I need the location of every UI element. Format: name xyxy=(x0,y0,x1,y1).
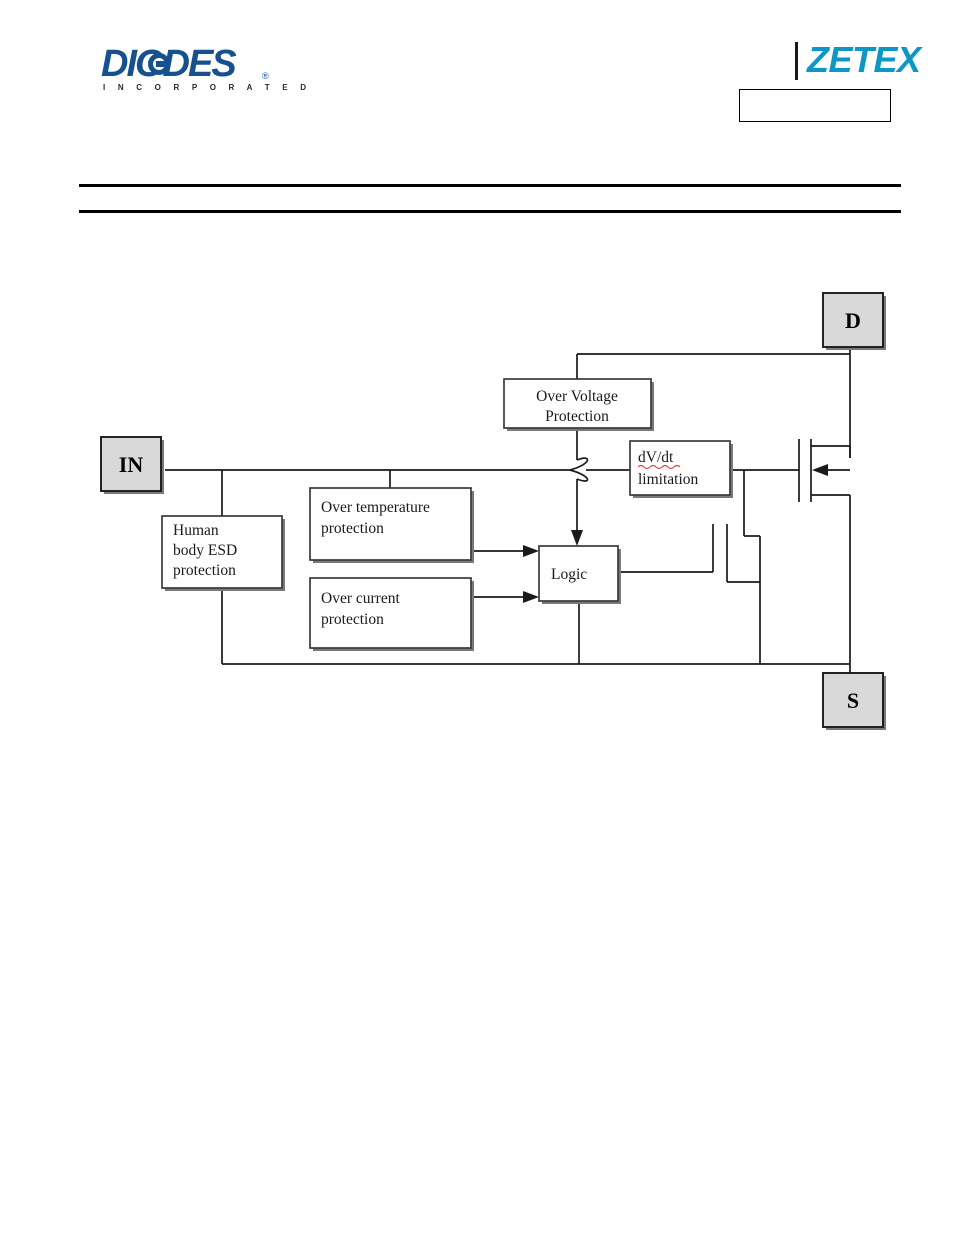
page-header: DIODES ® I N C O R P O R A T E D ZETEX xyxy=(0,0,954,213)
terminal-label: S xyxy=(847,688,859,713)
block-over-current-protection: Over current protection xyxy=(309,577,474,651)
terminal-s: S xyxy=(822,672,886,730)
block-label-line: Logic xyxy=(551,566,587,583)
diagram-wires xyxy=(165,321,851,699)
block-label-line: dV/dt xyxy=(638,449,674,466)
terminal-d: D xyxy=(822,292,886,350)
block-over-temperature-protection: Over temperature protection xyxy=(309,487,474,563)
block-label-line: Protection xyxy=(545,408,609,425)
terminal-label: IN xyxy=(119,452,144,477)
functional-block-diagram: Over Voltage Protection dV/dt limitation… xyxy=(0,236,954,756)
block-label-line: Over temperature xyxy=(321,499,430,516)
header-rule-bottom xyxy=(79,210,901,213)
block-label-line: Human xyxy=(173,522,219,539)
block-dvdt-limitation: dV/dt limitation xyxy=(629,440,733,498)
block-label-line: limitation xyxy=(638,471,699,488)
block-human-body-esd-protection: Human body ESD protection xyxy=(161,515,285,591)
block-label-line: protection xyxy=(321,520,384,537)
block-label-line: Over Voltage xyxy=(536,388,618,405)
header-rule-top xyxy=(79,184,901,187)
block-over-voltage-protection: Over Voltage Protection xyxy=(503,378,654,431)
diodes-registered-mark: ® xyxy=(262,71,269,81)
diodes-logo-bar xyxy=(156,61,169,67)
block-label-line: Over current xyxy=(321,590,400,607)
block-label-line: protection xyxy=(173,562,236,579)
zetex-wordmark: ZETEX xyxy=(807,39,921,80)
datasheet-page: DIODES ® I N C O R P O R A T E D ZETEX xyxy=(0,0,954,1235)
block-label-line: body ESD xyxy=(173,542,237,559)
part-number-box xyxy=(739,89,891,122)
power-mosfet-icon xyxy=(798,439,851,664)
terminal-label: D xyxy=(845,308,861,333)
terminal-in: IN xyxy=(100,436,164,494)
block-label-line: protection xyxy=(321,611,384,628)
diodes-tagline: I N C O R P O R A T E D xyxy=(103,83,312,92)
zetex-logo-divider xyxy=(795,42,798,80)
diodes-logo: DIODES ® I N C O R P O R A T E D xyxy=(101,45,306,93)
block-logic: Logic xyxy=(538,545,621,604)
